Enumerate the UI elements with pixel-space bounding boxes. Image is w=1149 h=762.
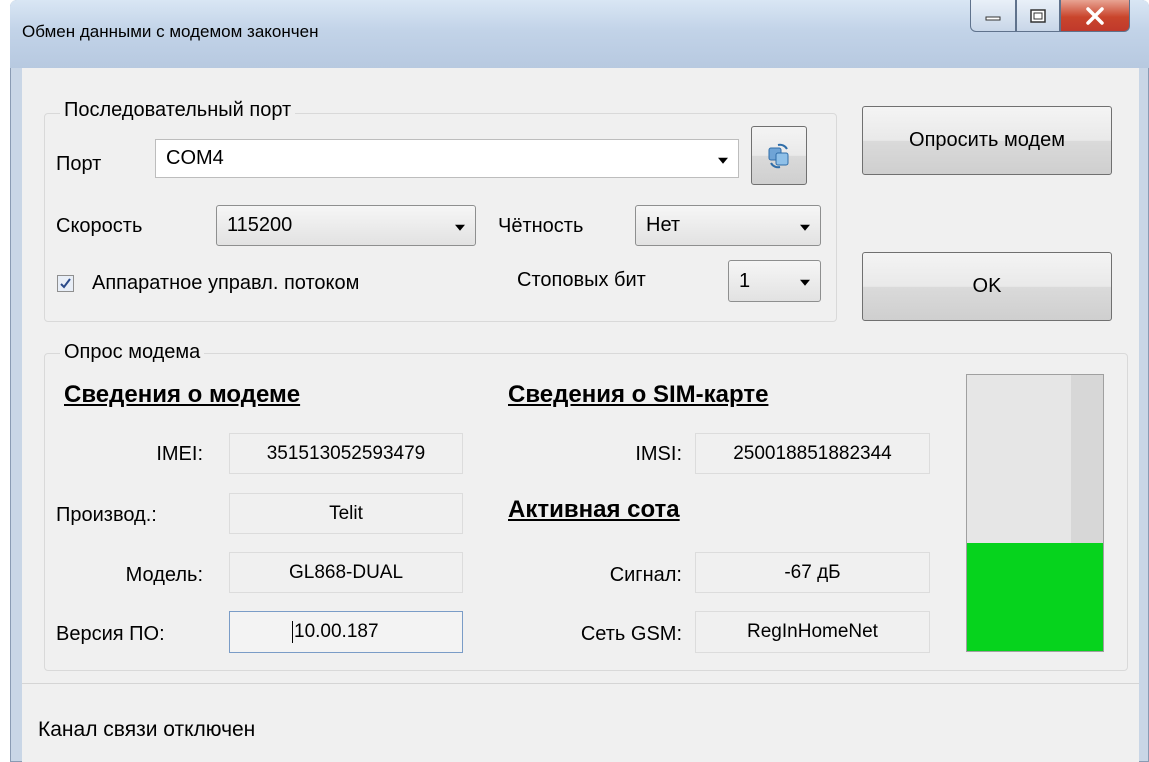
imsi-label: IMSI: (635, 443, 682, 465)
refresh-ports-button[interactable] (751, 126, 807, 185)
chevron-down-icon (800, 224, 810, 231)
model-field: GL868-DUAL (229, 552, 463, 593)
stopbits-select[interactable]: 1 (728, 260, 821, 302)
modem-poll-legend: Опрос модема (60, 341, 205, 364)
manufacturer-field: Telit (229, 493, 463, 534)
imei-label: IMEI: (156, 443, 203, 465)
imsi-field: 250018851882344 (695, 433, 930, 474)
sim-info-heading: Сведения о SIM-карте (508, 381, 769, 408)
window-controls (970, 0, 1140, 34)
network-label: Сеть GSM: (580, 623, 682, 645)
text-caret (292, 621, 293, 643)
port-select[interactable]: COM4 (155, 139, 739, 178)
ok-button[interactable]: OK (862, 252, 1112, 321)
signal-field: -67 дБ (695, 552, 930, 593)
status-text: Канал связи отключен (38, 718, 256, 741)
window-title: Обмен данными с модемом закончен (22, 22, 319, 41)
flow-control-label: Аппаратное управл. потоком (92, 272, 360, 294)
chevron-down-icon (800, 279, 810, 286)
maximize-button[interactable] (1016, 0, 1060, 32)
minimize-button[interactable] (970, 0, 1016, 32)
parity-label: Чётность (498, 215, 584, 237)
model-label: Модель: (125, 564, 203, 586)
close-icon (1086, 6, 1104, 25)
speed-label: Скорость (56, 215, 143, 237)
port-value: COM4 (166, 147, 224, 169)
serial-port-legend: Последовательный порт (60, 99, 296, 122)
parity-value: Нет (646, 214, 681, 236)
maximize-icon (1030, 8, 1046, 23)
firmware-value: 10.00.187 (294, 621, 379, 642)
chevron-down-icon (718, 157, 728, 164)
firmware-field[interactable]: 10.00.187 (229, 611, 463, 653)
close-button[interactable] (1060, 0, 1130, 32)
flow-control-checkbox[interactable] (57, 275, 74, 292)
active-cell-heading: Активная сота (508, 496, 680, 523)
parity-select[interactable]: Нет (635, 205, 821, 246)
signal-label: Сигнал: (609, 564, 682, 586)
stopbits-value: 1 (739, 269, 751, 292)
stopbits-label: Стоповых бит (517, 269, 646, 291)
modem-info-heading: Сведения о модеме (64, 381, 301, 408)
port-label: Порт (56, 153, 102, 175)
signal-level-fill (967, 543, 1103, 651)
speed-value: 115200 (227, 214, 293, 236)
minimize-icon (985, 16, 1001, 20)
signal-level-gauge (966, 374, 1104, 652)
refresh-icon (768, 143, 789, 168)
query-modem-button[interactable]: Опросить модем (862, 106, 1112, 175)
manufacturer-label: Производ.: (56, 504, 157, 526)
checkmark-icon (60, 278, 71, 289)
firmware-label: Версия ПО: (56, 623, 165, 645)
imei-field: 351513052593479 (229, 433, 463, 474)
network-field: RegInHomeNet (695, 611, 930, 653)
chevron-down-icon (455, 224, 465, 231)
speed-select[interactable]: 115200 (216, 205, 476, 246)
